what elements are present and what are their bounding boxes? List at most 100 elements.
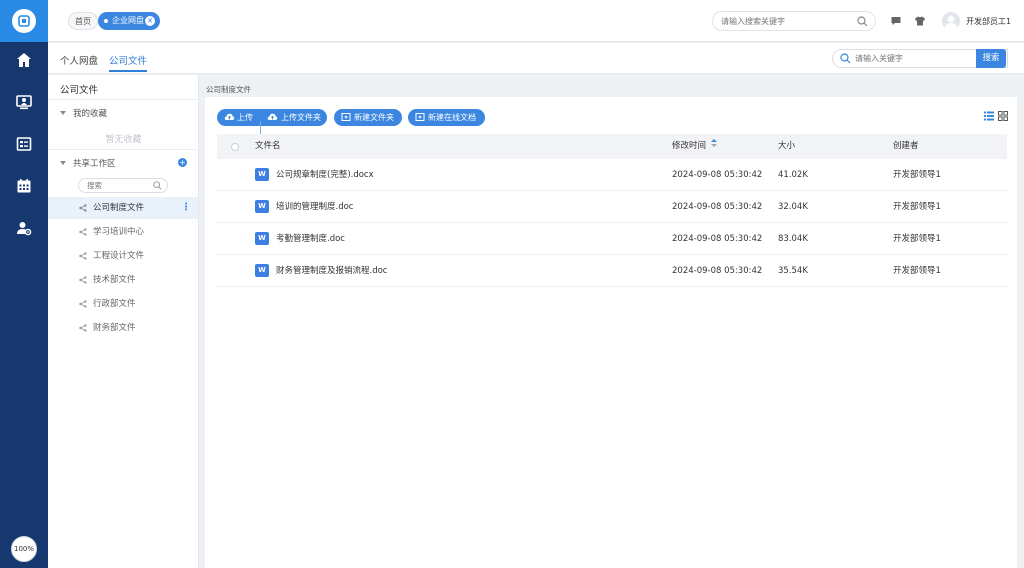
tab-home[interactable]: 首页	[68, 12, 98, 30]
cloud-upload-icon	[267, 113, 278, 120]
share-icon	[79, 300, 87, 308]
sort-icon	[711, 139, 718, 147]
tree-search-input[interactable]	[87, 179, 153, 192]
share-icon	[79, 204, 87, 212]
user-name[interactable]: 开发部员工1	[966, 16, 1011, 27]
cloud-upload-icon	[224, 113, 235, 120]
close-icon[interactable]: ✕	[145, 16, 155, 26]
tree-title: 公司文件	[60, 85, 99, 96]
shared-workspace-label: 共享工作区	[73, 159, 116, 169]
nav-workspace[interactable]	[0, 82, 48, 122]
add-workspace-button[interactable]: +	[178, 158, 187, 167]
favorites-empty: 暂无收藏	[105, 135, 142, 145]
tree-item-finance[interactable]: 财务部文件	[48, 317, 198, 339]
col-name[interactable]: 文件名	[255, 134, 281, 159]
logo-icon	[12, 9, 36, 33]
folder-tree-panel: 公司文件 我的收藏 暂无收藏 共享工作区 + 公司制度文件 ⋮ 学习培训中心 工…	[48, 75, 199, 568]
shirt-icon	[915, 16, 925, 26]
upload-button[interactable]: 上传	[237, 113, 253, 122]
tab-dot-icon	[104, 19, 108, 23]
calendar-icon	[17, 179, 31, 193]
table-row[interactable]: W 公司规章制度(完整).docx 2024-09-08 05:30:42 41…	[217, 159, 1007, 191]
sub-tab-bar: 个人网盘 公司文件 搜索	[48, 43, 1024, 74]
upload-group: 上传 上传文件夹	[217, 109, 327, 138]
new-folder-button[interactable]: 新建文件夹	[334, 109, 402, 126]
grid-view-icon[interactable]	[998, 111, 1008, 121]
tree-item-tech[interactable]: 技术部文件	[48, 269, 198, 291]
tree-item-label: 财务部文件	[93, 323, 136, 333]
upload-folder-button[interactable]: 上传文件夹	[281, 109, 321, 126]
nav-forms[interactable]	[0, 124, 48, 164]
zoom-level[interactable]: 100%	[11, 536, 37, 562]
tree-item-company-policy[interactable]: 公司制度文件 ⋮	[48, 197, 198, 219]
divider	[48, 99, 199, 100]
avatar[interactable]	[942, 12, 960, 30]
divider	[48, 149, 199, 150]
tab-enterprise-disk[interactable]: 企业网盘 ✕	[98, 12, 160, 30]
tree-search	[78, 178, 168, 193]
message-button[interactable]	[889, 14, 903, 28]
tree-item-admin[interactable]: 行政部文件	[48, 293, 198, 315]
main-content: 公司制度文件 上传 上传文件夹 新建文件夹 新建在线文档 文件名 修改时间 大小	[200, 75, 1024, 568]
list-view-icon[interactable]	[984, 111, 994, 121]
file-size: 41.02K	[778, 170, 808, 180]
table-header: 文件名 修改时间 大小 创建者	[217, 134, 1007, 159]
nav-home[interactable]	[0, 40, 48, 80]
file-search-input[interactable]	[855, 50, 995, 67]
file-name[interactable]: 公司规章制度(完整).docx	[276, 159, 374, 191]
tab-label: 企业网盘	[112, 16, 144, 25]
tab-personal-disk[interactable]: 个人网盘	[60, 53, 98, 67]
file-name[interactable]: 财务管理制度及报销流程.doc	[276, 255, 387, 287]
monitor-user-icon	[16, 95, 32, 110]
table-row[interactable]: W 考勤管理制度.doc 2024-09-08 05:30:42 83.04K …	[217, 223, 1007, 255]
select-all-checkbox[interactable]	[231, 143, 239, 151]
tree-item-label: 工程设计文件	[93, 251, 145, 261]
table-row[interactable]: W 培训的管理制度.doc 2024-09-08 05:30:42 32.04K…	[217, 191, 1007, 223]
favorites-label: 我的收藏	[73, 109, 108, 119]
caret-down-icon	[60, 161, 66, 165]
global-search-input[interactable]	[721, 12, 851, 30]
word-doc-icon: W	[255, 200, 269, 213]
file-modified: 2024-09-08 05:30:42	[672, 170, 763, 180]
skin-button[interactable]	[913, 14, 927, 28]
file-size: 83.04K	[778, 234, 808, 244]
share-icon	[79, 252, 87, 260]
file-creator: 开发部领导1	[893, 170, 941, 180]
file-creator: 开发部领导1	[893, 234, 941, 244]
tree-item-label: 技术部文件	[93, 275, 136, 285]
tab-company-files[interactable]: 公司文件	[109, 53, 147, 67]
breadcrumb[interactable]: 公司制度文件	[206, 84, 251, 95]
more-vertical-icon[interactable]: ⋮	[181, 197, 191, 219]
file-modified: 2024-09-08 05:30:42	[672, 234, 763, 244]
doc-add-icon	[415, 113, 425, 121]
share-icon	[79, 324, 87, 332]
col-creator[interactable]: 创建者	[893, 134, 919, 159]
global-search	[712, 11, 876, 31]
user-avatar-icon	[944, 15, 958, 30]
top-bar: 首页 企业网盘 ✕ 开发部员工1	[48, 0, 1024, 42]
new-online-doc-label: 新建在线文档	[428, 113, 476, 122]
file-name[interactable]: 培训的管理制度.doc	[276, 191, 353, 223]
file-name[interactable]: 考勤管理制度.doc	[276, 223, 345, 255]
col-size[interactable]: 大小	[778, 134, 795, 159]
chat-icon	[891, 17, 901, 25]
file-size: 35.54K	[778, 266, 808, 276]
word-doc-icon: W	[255, 264, 269, 277]
shared-workspace-group[interactable]: 共享工作区	[60, 157, 116, 169]
col-modified-label: 修改时间	[672, 141, 707, 151]
table-row[interactable]: W 财务管理制度及报销流程.doc 2024-09-08 05:30:42 35…	[217, 255, 1007, 287]
search-button[interactable]: 搜索	[976, 49, 1006, 68]
caret-down-icon	[60, 111, 66, 115]
app-logo[interactable]	[0, 0, 48, 42]
nav-calendar[interactable]	[0, 166, 48, 206]
col-modified[interactable]: 修改时间	[672, 134, 718, 159]
tree-item-training[interactable]: 学习培训中心	[48, 221, 198, 243]
search-icon[interactable]	[857, 16, 868, 27]
favorites-group[interactable]: 我的收藏	[60, 107, 107, 119]
tree-item-engineering[interactable]: 工程设计文件	[48, 245, 198, 267]
word-doc-icon: W	[255, 168, 269, 181]
new-online-doc-button[interactable]: 新建在线文档	[408, 109, 485, 126]
nav-user-settings[interactable]	[0, 208, 48, 248]
file-creator: 开发部领导1	[893, 202, 941, 212]
file-modified: 2024-09-08 05:30:42	[672, 202, 763, 212]
